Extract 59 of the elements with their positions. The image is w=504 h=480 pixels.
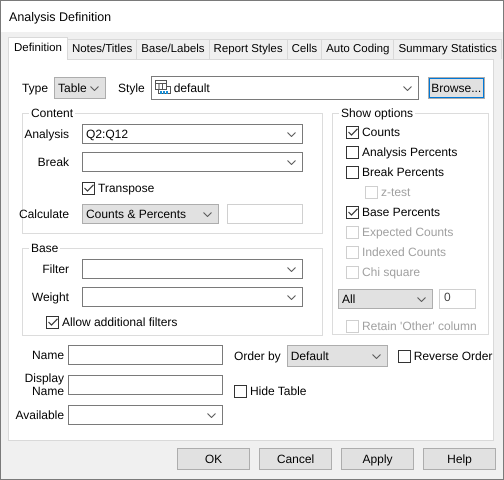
dialog-button[interactable]: Apply — [341, 448, 414, 470]
caret-icon — [203, 212, 212, 216]
caret-icon — [402, 86, 412, 90]
checkbox[interactable]: Allow additional filters — [46, 314, 178, 330]
caret-icon — [287, 294, 296, 300]
group-title: Show options — [340, 106, 414, 120]
check-icon — [348, 208, 358, 216]
caret-icon — [287, 160, 296, 164]
field-label: Display Name — [24, 372, 64, 398]
caret-icon — [417, 296, 426, 302]
caret-icon — [90, 86, 100, 90]
caret-icon — [287, 266, 296, 272]
field-label: Calculate — [18, 207, 69, 221]
group-title: Base — [30, 241, 60, 255]
field-label: Weight — [32, 290, 69, 304]
caret-icon — [207, 412, 216, 418]
calculate-dropdown[interactable]: Counts & Percents — [82, 204, 219, 224]
break-dropdown[interactable] — [82, 152, 303, 172]
group-title: Content — [30, 106, 74, 120]
field-label: Style — [118, 81, 145, 95]
analysis-dropdown[interactable]: Q2:Q12 — [82, 124, 303, 144]
tab[interactable]: Definition — [8, 37, 68, 60]
scope-dropdown[interactable]: All — [338, 289, 433, 309]
field-label: Order by — [234, 349, 281, 363]
style-dropdown[interactable]: default — [150, 76, 419, 100]
checkbox[interactable]: Break Percents — [346, 164, 444, 180]
table-style-icon — [154, 80, 172, 96]
available-dropdown[interactable] — [68, 405, 223, 425]
input-field[interactable] — [227, 204, 303, 224]
field-label: Name — [32, 348, 64, 362]
browse-button[interactable]: Browse... — [428, 77, 485, 99]
checkbox[interactable]: Transpose — [82, 180, 154, 196]
field-label: Analysis — [24, 127, 69, 141]
name-field[interactable] — [68, 345, 223, 365]
field-label: Break — [38, 155, 69, 169]
filter-dropdown[interactable] — [82, 259, 303, 279]
field-label: Filter — [42, 262, 69, 276]
dialog-button[interactable]: OK — [177, 448, 250, 470]
dialog-button[interactable]: Help — [423, 448, 496, 470]
caret-icon — [372, 354, 381, 358]
checkbox[interactable]: Analysis Percents — [346, 144, 458, 160]
tab[interactable]: Summary Statistics — [393, 39, 502, 59]
field-label: Type — [22, 81, 48, 95]
caret-icon — [287, 132, 296, 136]
weight-dropdown[interactable] — [82, 287, 303, 307]
checkbox[interactable]: Hide Table — [234, 383, 306, 399]
display-name-field[interactable] — [68, 375, 223, 395]
checkbox[interactable]: Reverse Order — [398, 348, 492, 364]
checkbox[interactable]: Counts — [346, 124, 400, 140]
field-label: Available — [16, 408, 64, 422]
dialog-button[interactable]: Cancel — [259, 448, 332, 470]
check-icon — [84, 184, 94, 192]
check-icon — [48, 318, 58, 326]
order-by-dropdown[interactable]: Default — [286, 345, 388, 367]
number-field[interactable]: 0 — [439, 289, 476, 309]
checkbox[interactable]: Base Percents — [346, 204, 440, 220]
type-dropdown[interactable]: Table — [54, 77, 106, 99]
check-icon — [348, 128, 358, 136]
window-title: Analysis Definition — [9, 10, 112, 24]
